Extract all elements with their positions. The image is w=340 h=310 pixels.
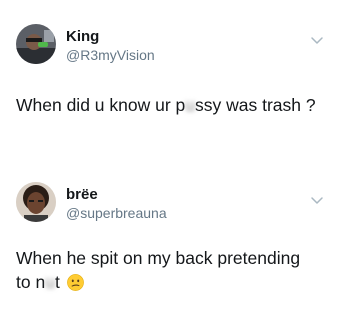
tweet-text: When did u know ur pussy was trash ? [16, 93, 324, 117]
chevron-down-icon[interactable] [310, 193, 324, 207]
confused-face-emoji-icon [66, 274, 84, 291]
tweet-text-line: to nut [16, 270, 324, 294]
chevron-down-icon[interactable] [310, 33, 324, 47]
avatar[interactable] [16, 24, 56, 64]
profile-photo-icon [16, 24, 56, 64]
tweet-text-part: ssy was trash ? [195, 95, 316, 115]
display-name[interactable]: King [66, 28, 99, 45]
display-name[interactable]: brëe [66, 186, 98, 203]
tweet-text-part: t [54, 272, 60, 292]
tweet-text-part: When did u know ur p [16, 95, 186, 115]
tweet-text: When he spit on my back pretending to nu… [16, 246, 324, 294]
avatar[interactable] [16, 182, 56, 222]
tweet-text-part: to n [16, 272, 46, 292]
user-handle[interactable]: @R3myVision [66, 47, 155, 63]
user-handle[interactable]: @superbreauna [66, 205, 167, 221]
profile-photo-icon [16, 182, 56, 222]
censor-blur: u [45, 272, 55, 292]
tweet-text-line: When he spit on my back pretending [16, 248, 301, 268]
censor-blur: u [185, 95, 195, 115]
